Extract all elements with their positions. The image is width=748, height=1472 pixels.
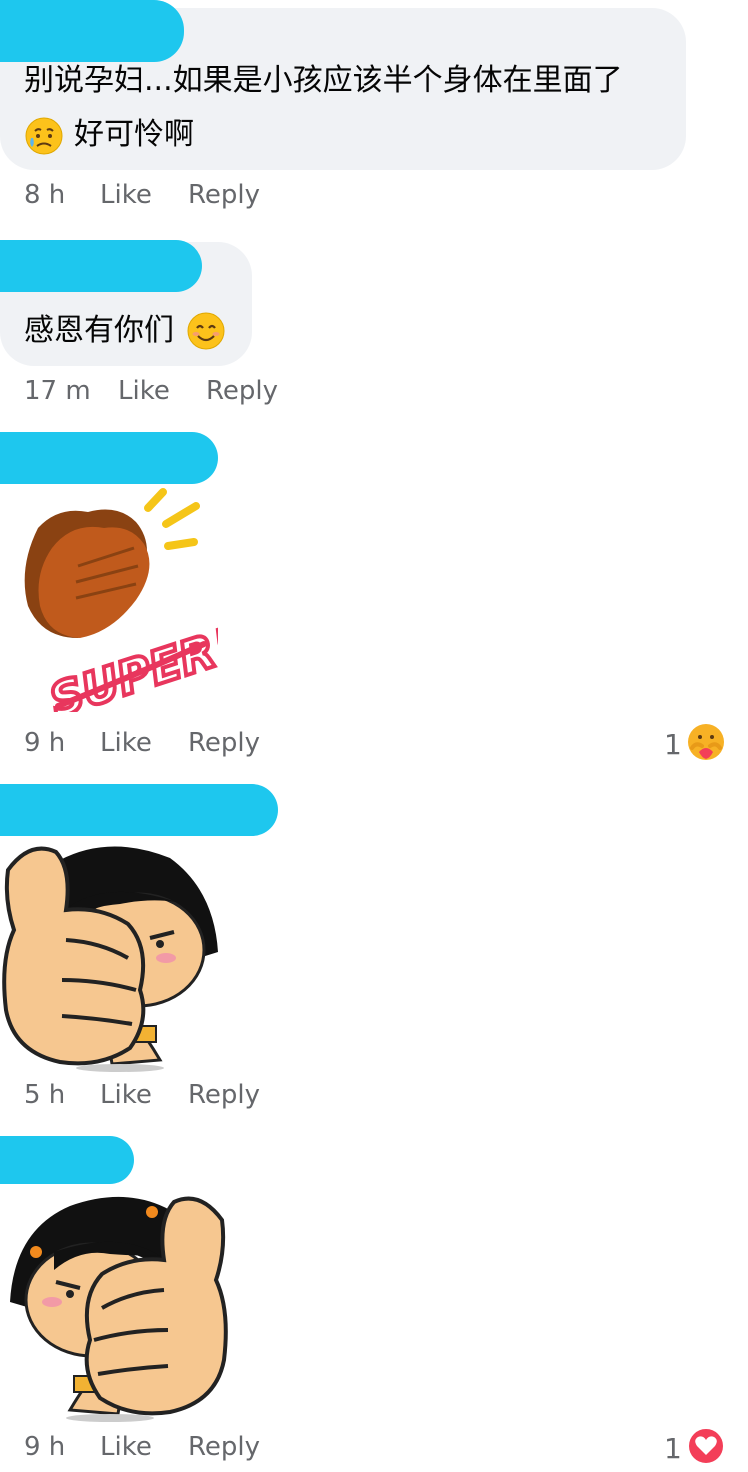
comment-time: 8 h bbox=[24, 180, 66, 210]
comment-meta-2: 17 m bbox=[24, 376, 91, 406]
redacted-author-name-2 bbox=[0, 240, 202, 292]
comment-meta-1: 8 h bbox=[24, 180, 65, 210]
reply-button[interactable]: Reply bbox=[188, 1080, 260, 1110]
like-button[interactable]: Like bbox=[100, 1080, 152, 1110]
like-button[interactable]: Like bbox=[100, 1432, 152, 1462]
reaction-count[interactable]: 1 bbox=[664, 1432, 682, 1465]
like-button[interactable]: Like bbox=[118, 376, 170, 406]
care-reaction-icon[interactable] bbox=[686, 722, 726, 762]
love-reaction-icon[interactable] bbox=[686, 1426, 726, 1466]
comment-text-1-line2: 好可怜啊 bbox=[74, 117, 194, 152]
clapping-hands-super-sticker[interactable]: SUPER! bbox=[18, 488, 218, 712]
redacted-author-name-3 bbox=[0, 432, 218, 484]
smiling-face-emoji-icon bbox=[186, 311, 226, 351]
comment-time: 17 m bbox=[24, 376, 91, 406]
cartoon-girl-thumbs-up-sticker[interactable] bbox=[0, 1190, 230, 1422]
comment-time: 9 h bbox=[24, 1432, 66, 1462]
like-button[interactable]: Like bbox=[100, 180, 152, 210]
redacted-author-name-4 bbox=[0, 784, 278, 836]
reply-button[interactable]: Reply bbox=[206, 376, 278, 406]
comment-time: 9 h bbox=[24, 728, 66, 758]
comment-time: 5 h bbox=[24, 1080, 66, 1110]
comment-meta-4: 5 h bbox=[24, 1080, 65, 1110]
redacted-author-name-5 bbox=[0, 1136, 134, 1184]
sad-sweat-emoji-icon bbox=[24, 116, 64, 156]
reaction-count[interactable]: 1 bbox=[664, 728, 682, 761]
reply-button[interactable]: Reply bbox=[188, 1432, 260, 1462]
comment-meta-3: 9 h bbox=[24, 728, 65, 758]
comment-text-1: 别说孕妇...如果是小孩应该半个身体在里面了 bbox=[24, 63, 623, 98]
like-button[interactable]: Like bbox=[100, 728, 152, 758]
comment-meta-5: 9 h bbox=[24, 1432, 65, 1462]
reply-button[interactable]: Reply bbox=[188, 728, 260, 758]
reply-button[interactable]: Reply bbox=[188, 180, 260, 210]
cartoon-girl-thumbs-up-sticker[interactable] bbox=[0, 840, 230, 1072]
comment-text-2: 感恩有你们 bbox=[24, 313, 174, 348]
